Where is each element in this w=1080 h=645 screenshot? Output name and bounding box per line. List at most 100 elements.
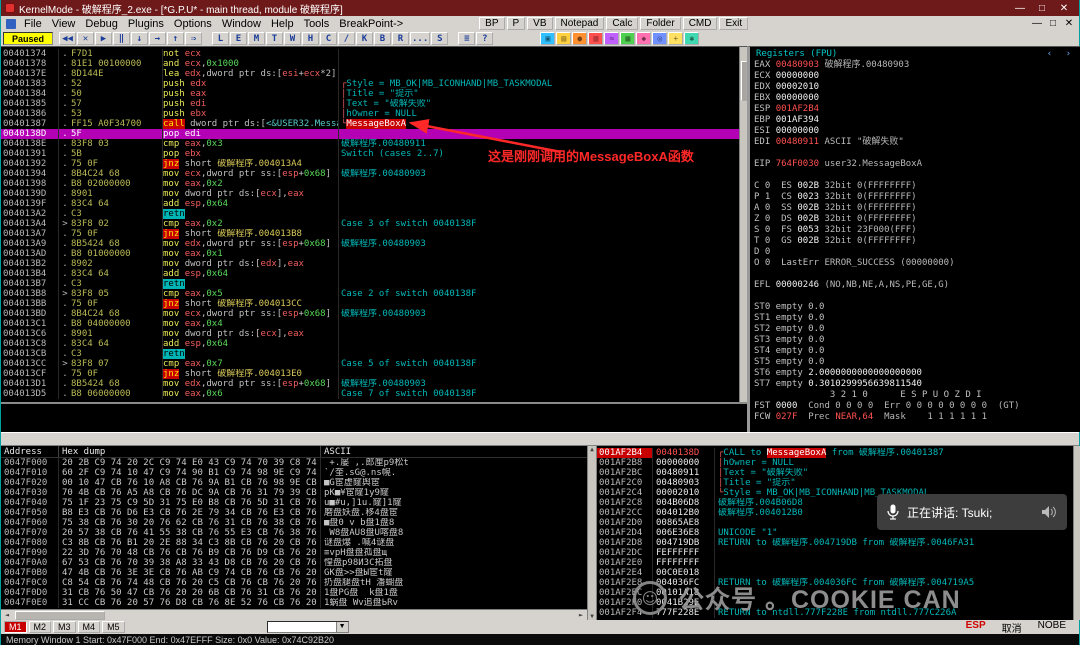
- disasm-row[interactable]: 004013CF. 75 0F jnz short 破解程序.004013E0: [1, 369, 747, 379]
- disasm-row[interactable]: 00401378. 81E1 00100000 and ecx,0x1000: [1, 59, 747, 69]
- command-dropdown-icon[interactable]: ▼: [335, 622, 348, 632]
- registers-scroll-right-button[interactable]: ›: [1062, 49, 1075, 59]
- disasm-row[interactable]: 004013CB. C3 retn: [1, 349, 747, 359]
- menu-view[interactable]: View: [47, 18, 81, 30]
- panel-splitter[interactable]: [1, 432, 1079, 446]
- step-into-button[interactable]: ↓: [131, 32, 149, 45]
- run-button[interactable]: ▶: [95, 32, 113, 45]
- register-line[interactable]: T 0 GS 002B 32bit 0(FFFFFFFF): [754, 236, 1080, 247]
- memory-hscrollbar[interactable]: ◄ ►: [1, 609, 587, 620]
- view-button-b[interactable]: B: [374, 32, 392, 45]
- plugin-icon-memory[interactable]: ▥: [588, 32, 604, 45]
- view-button-h[interactable]: H: [302, 32, 320, 45]
- close-program-button[interactable]: ✕: [77, 32, 95, 45]
- view-button-m[interactable]: M: [248, 32, 266, 45]
- memory-row[interactable]: 0047F060 75 38 CB 76 30 20 76 62 CB 76 31…: [1, 518, 587, 528]
- register-line[interactable]: ST3 empty 0.0: [754, 335, 1080, 346]
- disasm-row[interactable]: 00401384. 50 push eax │Title = "提示": [1, 89, 747, 99]
- register-line[interactable]: S 0 FS 0053 32bit 23F000(FFF): [754, 225, 1080, 236]
- status-tab-m1[interactable]: M1: [4, 621, 27, 633]
- view-button-item[interactable]: ...: [410, 32, 431, 45]
- disasm-row[interactable]: 0040138D. 5F pop edi: [1, 129, 747, 139]
- register-line[interactable]: A 0 SS 002B 32bit 0(FFFFFFFF): [754, 203, 1080, 214]
- view-button-item[interactable]: /: [338, 32, 356, 45]
- scroll-right-arrow-icon[interactable]: ►: [575, 611, 587, 619]
- scroll-down-arrow-icon[interactable]: ▼: [590, 613, 594, 620]
- menu-window[interactable]: Window: [217, 18, 266, 30]
- mdi-restore-button[interactable]: □: [1045, 17, 1061, 31]
- menu-breakpoint[interactable]: BreakPoint->: [334, 18, 408, 30]
- menubar-button-notepad[interactable]: Notepad: [554, 17, 605, 30]
- memory-row[interactable]: 0047F0E0 31 CC CB 76 20 57 76 D8 CB 76 8E…: [1, 598, 587, 608]
- disasm-row[interactable]: 004013B8 >83F8 05 cmp eax,0x5 Case 2 of swi…: [1, 289, 747, 299]
- menubar-button-calc[interactable]: Calc: [606, 17, 639, 30]
- disasm-row[interactable]: 004013B2. 8902 mov dword ptr ds:[edx],eax: [1, 259, 747, 269]
- view-button-r[interactable]: R: [392, 32, 410, 45]
- disasm-row[interactable]: 00401383. 52 push edx ┌Style = MB_OK|MB_ICO…: [1, 79, 747, 89]
- view-button-c[interactable]: C: [320, 32, 338, 45]
- register-line[interactable]: [754, 170, 1080, 181]
- memory-row[interactable]: 0047F020 00 10 47 CB 76 10 A8 CB 76 9A B1…: [1, 478, 587, 488]
- status-tab-m2[interactable]: M2: [28, 621, 52, 633]
- disassembly-panel[interactable]: 00401374. F7D1 not ecx 00401378. 81E1 001000…: [1, 46, 747, 402]
- minimize-button[interactable]: —: [1009, 1, 1031, 15]
- view-button-s[interactable]: S: [431, 32, 449, 45]
- disasm-row[interactable]: 004013AD. B8 01000000 mov eax,0x1: [1, 249, 747, 259]
- menubar-button-bp[interactable]: BP: [479, 17, 505, 30]
- register-line[interactable]: 3 2 1 0 E S P U O Z D I: [754, 390, 1080, 401]
- disasm-row[interactable]: 0040139F. 83C4 64 add esp,0x64: [1, 199, 747, 209]
- memory-row[interactable]: 0047F070 20 57 38 CB 76 41 55 38 CB 76 55…: [1, 528, 587, 538]
- view-button-k[interactable]: K: [356, 32, 374, 45]
- scroll-left-arrow-icon[interactable]: ◄: [1, 611, 13, 619]
- close-button[interactable]: ✕: [1053, 1, 1075, 15]
- stack-row[interactable]: 001AF2E0 FFFFFFFF: [597, 558, 1073, 568]
- registers-panel[interactable]: Registers (FPU) ‹ › EAX 00480903 破解程序.00…: [747, 46, 1080, 432]
- disasm-row[interactable]: 004013BD. 8B4C24 68 mov ecx,dword ptr ss:[…: [1, 309, 747, 319]
- register-line[interactable]: [754, 148, 1080, 159]
- disasm-row[interactable]: 004013C1. B8 04000000 mov eax,0x4: [1, 319, 747, 329]
- menubar-button-vb[interactable]: VB: [527, 17, 553, 30]
- memory-hscrollbar-thumb[interactable]: [15, 610, 105, 620]
- disasm-row[interactable]: 00401394. 8B4C24 68 mov ecx,dword ptr ss:[…: [1, 169, 747, 179]
- memory-row[interactable]: 0047F040 75 1F 23 75 C9 5D 31 75 E0 B8 CB…: [1, 498, 587, 508]
- disasm-row[interactable]: 004013B7. C3 retn: [1, 279, 747, 289]
- disasm-row[interactable]: 0040137E. 8D144E lea edx,dword ptr ds:[esi…: [1, 69, 747, 79]
- disasm-scrollbar-thumb[interactable]: [740, 61, 747, 101]
- register-line[interactable]: [754, 291, 1080, 302]
- disasm-row[interactable]: 00401387. FF15 A0F34700 call dword ptr ds:…: [1, 119, 747, 129]
- step-over-button[interactable]: →: [149, 32, 167, 45]
- options-button[interactable]: ≡: [458, 32, 476, 45]
- disasm-row[interactable]: 00401386. 53 push ebx │hOwner = NULL: [1, 109, 747, 119]
- disasm-row[interactable]: 004013D1. 8B5424 68 mov edx,dword ptr ss:[…: [1, 379, 747, 389]
- stack-row[interactable]: 001AF2DC FEFFFFFF: [597, 548, 1073, 558]
- disasm-row[interactable]: 004013C8. 83C4 64 add esp,0x64: [1, 339, 747, 349]
- go-to-address-button[interactable]: ⇒: [185, 32, 203, 45]
- restart-button[interactable]: ◀◀: [59, 32, 77, 45]
- register-line[interactable]: EDX 00002010: [754, 82, 1080, 93]
- menubar-button-p[interactable]: P: [506, 17, 526, 30]
- stack-scrollbar[interactable]: [1073, 446, 1080, 620]
- plugin-icon-settings[interactable]: ✱: [684, 32, 700, 45]
- memory-row[interactable]: 0047F0B0 47 4B CB 76 3E 3E CB 76 AB C9 74…: [1, 568, 587, 578]
- memory-row[interactable]: 0047F050 B8 E3 CB 76 D6 E3 CB 76 2E 79 34…: [1, 508, 587, 518]
- disasm-row[interactable]: 00401385. 57 push edi │Text = "破解失败": [1, 99, 747, 109]
- register-line[interactable]: ECX 00000000: [754, 71, 1080, 82]
- register-line[interactable]: EAX 00480903 破解程序.00480903: [754, 60, 1080, 71]
- view-button-e[interactable]: E: [230, 32, 248, 45]
- register-line[interactable]: C 0 ES 002B 32bit 0(FFFFFFFF): [754, 181, 1080, 192]
- plugin-icon-modules[interactable]: ▦: [620, 32, 636, 45]
- register-line[interactable]: EDI 00480911 ASCII "破解失败": [754, 137, 1080, 148]
- disasm-row[interactable]: 004013CC >83F8 07 cmp eax,0x7 Case 5 of swi…: [1, 359, 747, 369]
- disasm-row[interactable]: 004013A4 >83F8 02 cmp eax,0x2 Case 3 of swi…: [1, 219, 747, 229]
- register-line[interactable]: ESI 00000000: [754, 126, 1080, 137]
- menubar-button-cmd[interactable]: CMD: [682, 17, 718, 30]
- disasm-row[interactable]: 0040139D. 8901 mov dword ptr ds:[ecx],eax: [1, 189, 747, 199]
- stack-row[interactable]: 001AF2C0 00480903 │Title = "提示": [597, 478, 1073, 488]
- plugin-icon-threads[interactable]: ≈: [604, 32, 620, 45]
- stack-row[interactable]: 001AF2E4 00C0E018: [597, 568, 1073, 578]
- register-line[interactable]: FST 0000 Cond 0 0 0 0 Err 0 0 0 0 0 0 0 …: [754, 401, 1080, 412]
- status-tab-m3[interactable]: M3: [53, 621, 76, 633]
- disasm-row[interactable]: 00401374. F7D1 not ecx: [1, 49, 747, 59]
- menu-options[interactable]: Options: [169, 18, 217, 30]
- stack-row[interactable]: 001AF2BC 00480911 │Text = "破解失败": [597, 468, 1073, 478]
